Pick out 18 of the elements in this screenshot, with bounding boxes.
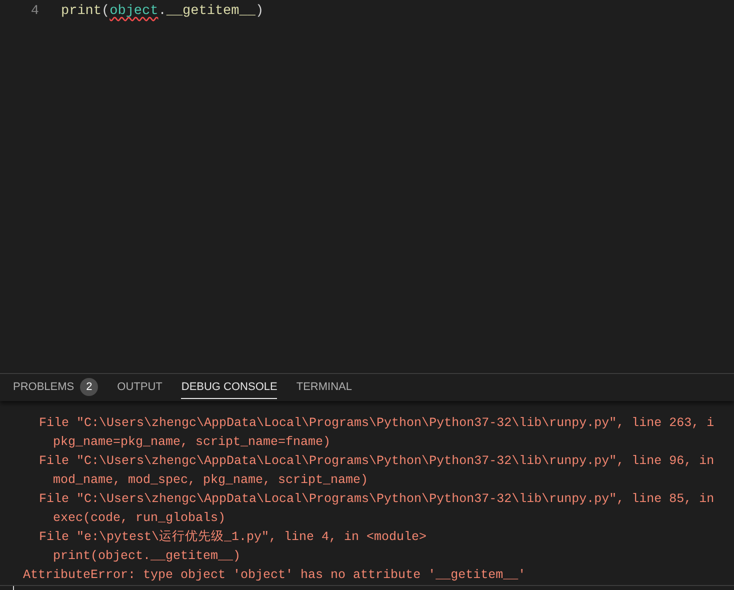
panel-tab[interactable]: DEBUG CONSOLE	[181, 376, 278, 399]
console-input[interactable]	[0, 585, 734, 590]
panel-tab[interactable]: TERMINAL	[296, 376, 352, 399]
error-message: AttributeError: type object 'object' has no attribute '__getitem__'	[23, 568, 526, 582]
traceback-line: exec(code, run_globals)	[53, 511, 226, 526]
panel-tab[interactable]: PROBLEMS 2	[13, 376, 98, 399]
traceback-line: print(object.__getitem__)	[53, 549, 241, 564]
traceback-line: mod_name, mod_spec, pkg_name, script_name)	[53, 473, 368, 488]
line-number: 4	[30, 3, 40, 22]
traceback-line: File "e:\pytest\运行优先级_1.py", line 4, in <module>	[39, 530, 427, 544]
traceback-line: File "C:\Users\zhengc\AppData\Local\Programs\Python\Python37-32\lib\runpy.py", line 96, in	[39, 454, 714, 468]
traceback-line: pkg_name=pkg_name, script_name=fname)	[53, 435, 331, 450]
code-line: print(object.__getitem__)	[61, 3, 264, 22]
count-badge: 2	[80, 378, 98, 396]
panel-tab[interactable]: OUTPUT	[117, 376, 162, 399]
traceback-line: File "C:\Users\zhengc\AppData\Local\Programs\Python\Python37-32\lib\runpy.py", line 85, in	[39, 492, 714, 506]
traceback-line: File "C:\Users\zhengc\AppData\Local\Programs\Python\Python37-32\lib\runpy.py", line 263, i	[39, 416, 714, 430]
text-cursor	[13, 586, 14, 590]
